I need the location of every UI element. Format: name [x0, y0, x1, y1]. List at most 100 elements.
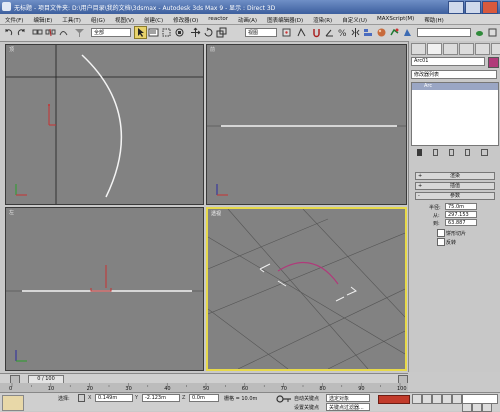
menu-tools[interactable]: 工具(T)	[57, 14, 86, 24]
scale-icon[interactable]	[216, 27, 227, 38]
zoom-icon[interactable]	[462, 403, 472, 412]
menu-bar: 文件(F) 编辑(E) 工具(T) 组(G) 视图(V) 创建(C) 修改器(O…	[0, 14, 500, 25]
orbit-icon[interactable]	[482, 403, 492, 412]
viewport-left[interactable]: 左	[5, 207, 204, 371]
menu-reactor[interactable]: reactor	[203, 14, 233, 24]
render-type-icon[interactable]	[487, 27, 498, 38]
window-crossing-icon[interactable]	[174, 27, 185, 38]
percent-snap-icon[interactable]: %	[337, 27, 348, 38]
to-input[interactable]: 63.887	[445, 219, 477, 226]
modify-tab[interactable]	[427, 43, 442, 55]
angle-snap-icon[interactable]	[324, 27, 335, 38]
rotate-icon[interactable]	[203, 27, 214, 38]
reverse-checkbox[interactable]	[437, 238, 445, 246]
menu-edit[interactable]: 编辑(E)	[28, 14, 57, 24]
remove-modifier-icon[interactable]	[465, 149, 470, 156]
animation-mode-indicator	[378, 395, 410, 404]
go-to-start-icon[interactable]	[412, 394, 422, 404]
quick-render-icon[interactable]	[402, 27, 413, 38]
selection-filter-dropdown[interactable]: 全部	[91, 28, 131, 37]
rollout-interpolation[interactable]: + 插值	[415, 182, 495, 190]
material-editor-icon[interactable]	[376, 27, 387, 38]
from-label: 从:	[433, 213, 440, 219]
radius-input[interactable]: 75.0m	[445, 203, 477, 210]
select-manipulate-icon[interactable]	[296, 27, 307, 38]
menu-group[interactable]: 组(G)	[86, 14, 110, 24]
hierarchy-tab[interactable]	[443, 43, 458, 55]
z-coordinate-field[interactable]: 0.0m	[189, 394, 219, 402]
reference-coord-dropdown[interactable]: 视图	[245, 28, 277, 37]
make-unique-icon[interactable]	[449, 149, 454, 156]
viewport-top[interactable]: 顶	[5, 44, 204, 205]
rectangular-selection-icon[interactable]	[161, 27, 172, 38]
menu-customize[interactable]: 自定义(U)	[337, 14, 372, 24]
rollout-interpolation-label: 插值	[449, 183, 460, 189]
select-by-name-icon[interactable]	[148, 27, 159, 38]
menu-animation[interactable]: 动画(A)	[233, 14, 262, 24]
go-to-end-icon[interactable]	[452, 394, 462, 404]
from-input[interactable]: 297.153	[445, 211, 477, 218]
object-color-swatch[interactable]	[488, 57, 499, 68]
auto-key-label[interactable]: 自动关键点	[294, 395, 319, 402]
app-icon[interactable]	[2, 2, 11, 11]
title-text: - 项目文件夹: D:\用户目录\我的文档\3dsmax - Autodesk …	[33, 5, 276, 12]
viewport-perspective[interactable]: 透视	[206, 207, 407, 371]
rollout-rendering[interactable]: + 渲染	[415, 172, 495, 180]
unlink-icon[interactable]	[45, 27, 56, 38]
frame-display: 0 / 100	[37, 376, 55, 382]
utilities-tab[interactable]	[491, 43, 500, 55]
menu-graph-editors[interactable]: 图表编辑器(D)	[262, 14, 308, 24]
align-icon[interactable]	[363, 27, 374, 38]
key-filters-label: 关键点过滤器...	[329, 405, 364, 411]
play-icon[interactable]	[432, 394, 442, 404]
render-scene-icon[interactable]	[389, 27, 400, 38]
maximize-button[interactable]	[465, 1, 481, 14]
menu-modifiers[interactable]: 修改器(O)	[168, 14, 203, 24]
menu-views[interactable]: 视图(V)	[110, 14, 139, 24]
selected-objects-dropdown[interactable]: 选定对象	[326, 394, 370, 402]
pin-stack-icon[interactable]	[417, 149, 422, 156]
display-tab[interactable]	[475, 43, 490, 55]
filter-icon	[75, 29, 84, 37]
lock-icon[interactable]	[78, 394, 85, 402]
show-end-result-icon[interactable]	[433, 149, 438, 156]
next-frame-button[interactable]	[442, 394, 452, 404]
pan-icon[interactable]	[472, 403, 482, 412]
viewport-front[interactable]: 前	[206, 44, 407, 205]
x-coordinate-field[interactable]: 0.149m	[95, 394, 133, 402]
previous-frame-button[interactable]	[422, 394, 432, 404]
motion-tab[interactable]	[459, 43, 474, 55]
grid-lines	[6, 45, 203, 204]
render-teapot-icon[interactable]	[474, 27, 485, 38]
pivot-center-icon[interactable]	[281, 27, 292, 38]
move-icon[interactable]	[190, 27, 201, 38]
redo-icon[interactable]	[16, 27, 27, 38]
object-name-field[interactable]: Arc01	[411, 57, 485, 66]
create-tab[interactable]	[411, 43, 426, 55]
modifier-list-dropdown[interactable]: 修改器列表	[411, 70, 497, 79]
rollout-parameters[interactable]: - 参数	[415, 192, 495, 200]
key-icon[interactable]	[276, 394, 292, 404]
menu-rendering[interactable]: 渲染(R)	[308, 14, 337, 24]
maxscript-listener-icon[interactable]	[2, 395, 24, 411]
y-coordinate-field[interactable]: -2.123m	[142, 394, 180, 402]
menu-maxscript[interactable]: MAXScript(M)	[372, 14, 419, 24]
snap-toggle-icon[interactable]	[311, 27, 322, 38]
configure-modifier-sets-icon[interactable]	[481, 149, 488, 156]
command-panel-tabs	[411, 43, 500, 55]
menu-help[interactable]: 帮助(H)	[419, 14, 448, 24]
menu-create[interactable]: 创建(C)	[139, 14, 168, 24]
bind-space-warp-icon[interactable]	[58, 27, 69, 38]
mirror-icon[interactable]	[350, 27, 361, 38]
pie-slice-checkbox[interactable]	[437, 229, 445, 237]
close-button[interactable]	[482, 1, 498, 14]
perspective-viewport-scene	[208, 209, 405, 369]
undo-icon[interactable]	[3, 27, 14, 38]
menu-file[interactable]: 文件(F)	[0, 14, 28, 24]
minimize-button[interactable]	[448, 1, 464, 14]
stack-item-arc[interactable]: Arc	[412, 83, 498, 90]
select-object-icon[interactable]	[134, 26, 147, 39]
select-link-icon[interactable]	[32, 27, 43, 38]
named-selection-dropdown[interactable]	[417, 28, 471, 37]
track-bar[interactable]: 0 10 20 30 40 50 60 70 80 90 100	[0, 383, 408, 392]
